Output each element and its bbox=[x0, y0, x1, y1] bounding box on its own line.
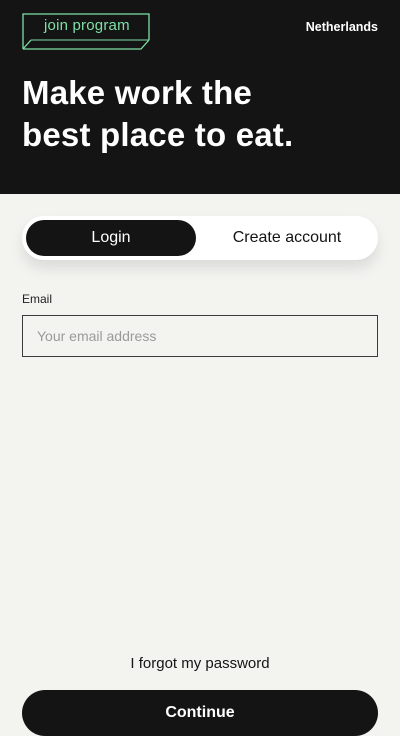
headline-line-2: best place to eat. bbox=[22, 116, 294, 153]
tab-login[interactable]: Login bbox=[26, 220, 196, 256]
continue-button[interactable]: Continue bbox=[22, 690, 378, 736]
page-headline: Make work the best place to eat. bbox=[22, 72, 382, 156]
forgot-password-link[interactable]: I forgot my password bbox=[0, 655, 400, 672]
headline-line-1: Make work the bbox=[22, 74, 253, 111]
join-program-logo[interactable]: join program bbox=[22, 13, 152, 51]
country-selector[interactable]: Netherlands bbox=[306, 20, 378, 34]
email-label: Email bbox=[22, 292, 53, 306]
logo-text: join program bbox=[44, 17, 130, 34]
auth-toggle: Login Create account bbox=[22, 216, 378, 260]
header: join program Netherlands Make work the b… bbox=[0, 0, 400, 194]
email-input[interactable] bbox=[22, 315, 378, 357]
tab-create-account[interactable]: Create account bbox=[200, 220, 374, 256]
